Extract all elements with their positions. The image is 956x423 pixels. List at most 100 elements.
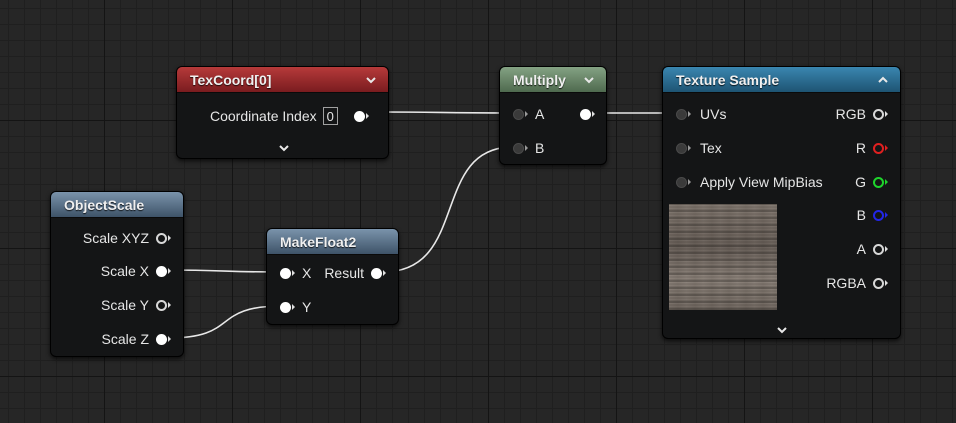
- texture-output-b-pin[interactable]: [873, 209, 888, 221]
- texture-input-mipbias-label: Apply View MipBias: [700, 174, 823, 190]
- texture-input-tex-label: Tex: [700, 140, 722, 156]
- input-pin-icon: [280, 267, 291, 279]
- coordinate-index-field[interactable]: 0: [322, 107, 338, 125]
- expand-chevron-icon[interactable]: [775, 323, 789, 334]
- objectscale-output-y-row: Scale Y: [101, 295, 171, 315]
- makefloat2-input-y-label: Y: [302, 299, 312, 315]
- texture-output-rgb-label: RGB: [835, 106, 866, 122]
- objectscale-output-y-pin[interactable]: [156, 299, 171, 311]
- objectscale-node-header[interactable]: ObjectScale: [51, 192, 183, 218]
- multiply-input-a-label: A: [535, 106, 545, 122]
- output-pin-blue-icon: [873, 209, 884, 221]
- input-pin-icon: [676, 108, 687, 120]
- texture-sample-node[interactable]: Texture Sample UVs Tex Apply View MipBia…: [662, 66, 901, 339]
- multiply-input-b-row: B: [513, 138, 544, 158]
- output-pin-icon: [873, 108, 884, 120]
- output-pin-icon: [156, 265, 167, 277]
- multiply-node-header[interactable]: Multiply: [500, 67, 606, 93]
- multiply-input-b-label: B: [535, 140, 545, 156]
- objectscale-output-x-label: Scale X: [100, 263, 149, 279]
- objectscale-output-xyz-row: Scale XYZ: [83, 228, 171, 248]
- input-pin-icon: [676, 176, 687, 188]
- texture-input-uvs-row: UVs: [676, 104, 726, 124]
- texture-output-rgba-label: RGBA: [826, 275, 866, 291]
- texture-sample-node-header[interactable]: Texture Sample: [663, 67, 900, 93]
- input-pin-icon: [280, 301, 291, 313]
- texture-output-g-label: G: [855, 174, 866, 190]
- input-pin-icon: [676, 142, 687, 154]
- texcoord-output-pin[interactable]: [353, 110, 369, 122]
- output-pin-icon: [353, 110, 365, 122]
- wire-texcoord-to-multiply-a: [377, 111, 514, 114]
- makefloat2-input-x-pin[interactable]: [280, 267, 295, 279]
- multiply-input-b-pin[interactable]: [513, 142, 528, 154]
- texture-input-tex-pin[interactable]: [676, 142, 691, 154]
- multiply-node[interactable]: Multiply A B: [499, 66, 607, 165]
- texture-output-rgba-pin[interactable]: [873, 277, 888, 289]
- texture-input-uvs-pin[interactable]: [676, 108, 691, 120]
- objectscale-output-y-label: Scale Y: [101, 297, 149, 313]
- makefloat2-input-y-row: Y: [280, 297, 311, 317]
- objectscale-output-z-pin[interactable]: [156, 333, 171, 345]
- objectscale-node[interactable]: ObjectScale Scale XYZ Scale X Scale Y Sc…: [50, 191, 184, 357]
- output-pin-red-icon: [873, 142, 884, 154]
- texture-input-mipbias-row: Apply View MipBias: [676, 172, 823, 192]
- coordinate-index-row: Coordinate Index 0: [210, 106, 369, 126]
- texcoord-node-header[interactable]: TexCoord[0]: [177, 67, 388, 93]
- wire-makefloat2-to-multiply-b: [382, 146, 514, 273]
- makefloat2-node-title: MakeFloat2: [280, 233, 357, 250]
- objectscale-output-x-row: Scale X: [101, 261, 171, 281]
- makefloat2-node[interactable]: MakeFloat2 X Result Y: [266, 228, 399, 325]
- makefloat2-input-x-label: X: [302, 265, 312, 281]
- wire-scalex-to-makefloat2-x: [167, 269, 281, 273]
- output-pin-icon: [873, 277, 884, 289]
- objectscale-node-title: ObjectScale: [64, 196, 145, 213]
- texture-output-r-label: R: [855, 140, 866, 156]
- texture-output-a-pin[interactable]: [873, 243, 888, 255]
- multiply-output-row: [580, 104, 595, 124]
- texcoord-node-title: TexCoord[0]: [190, 71, 272, 88]
- objectscale-output-xyz-label: Scale XYZ: [82, 230, 149, 246]
- texcoord-node[interactable]: TexCoord[0] Coordinate Index 0: [176, 66, 389, 159]
- input-pin-icon: [513, 142, 524, 154]
- makefloat2-input-x-row: X: [280, 263, 311, 283]
- objectscale-output-xyz-pin[interactable]: [156, 232, 171, 244]
- output-pin-icon: [156, 299, 167, 311]
- input-pin-icon: [513, 108, 524, 120]
- texture-output-rgba-row: RGBA: [826, 273, 888, 293]
- multiply-output-pin[interactable]: [580, 108, 595, 120]
- objectscale-output-x-pin[interactable]: [156, 265, 171, 277]
- output-pin-green-icon: [873, 176, 884, 188]
- output-pin-icon: [580, 108, 591, 120]
- collapse-chevron-icon[interactable]: [582, 73, 596, 87]
- multiply-input-a-pin[interactable]: [513, 108, 528, 120]
- texture-output-a-label: A: [856, 241, 866, 257]
- texture-output-b-row: B: [857, 205, 888, 225]
- collapse-chevron-icon[interactable]: [876, 73, 890, 87]
- makefloat2-input-y-pin[interactable]: [280, 301, 295, 313]
- makefloat2-node-header[interactable]: MakeFloat2: [267, 229, 398, 255]
- collapse-chevron-icon[interactable]: [364, 73, 378, 87]
- output-pin-icon: [156, 232, 167, 244]
- texture-sample-node-title: Texture Sample: [676, 71, 780, 88]
- objectscale-output-z-row: Scale Z: [102, 329, 171, 349]
- multiply-input-a-row: A: [513, 104, 544, 124]
- output-pin-icon: [371, 267, 382, 279]
- texture-output-rgb-pin[interactable]: [873, 108, 888, 120]
- texture-input-mipbias-pin[interactable]: [676, 176, 691, 188]
- texture-preview-image: [669, 204, 777, 310]
- texture-output-a-row: A: [857, 239, 888, 259]
- texture-output-g-pin[interactable]: [873, 176, 888, 188]
- output-pin-icon: [873, 243, 884, 255]
- coordinate-index-label: Coordinate Index: [210, 108, 317, 124]
- makefloat2-output-pin[interactable]: [371, 267, 386, 279]
- wire-scalez-to-makefloat2-y: [167, 305, 283, 339]
- texture-output-r-row: R: [856, 138, 888, 158]
- texture-output-g-row: G: [855, 172, 888, 192]
- makefloat2-output-label: Result: [324, 265, 364, 281]
- multiply-node-title: Multiply: [513, 71, 566, 88]
- texture-output-r-pin[interactable]: [873, 142, 888, 154]
- expand-chevron-icon[interactable]: [277, 141, 291, 152]
- texture-input-uvs-label: UVs: [700, 106, 727, 122]
- texture-input-tex-row: Tex: [676, 138, 722, 158]
